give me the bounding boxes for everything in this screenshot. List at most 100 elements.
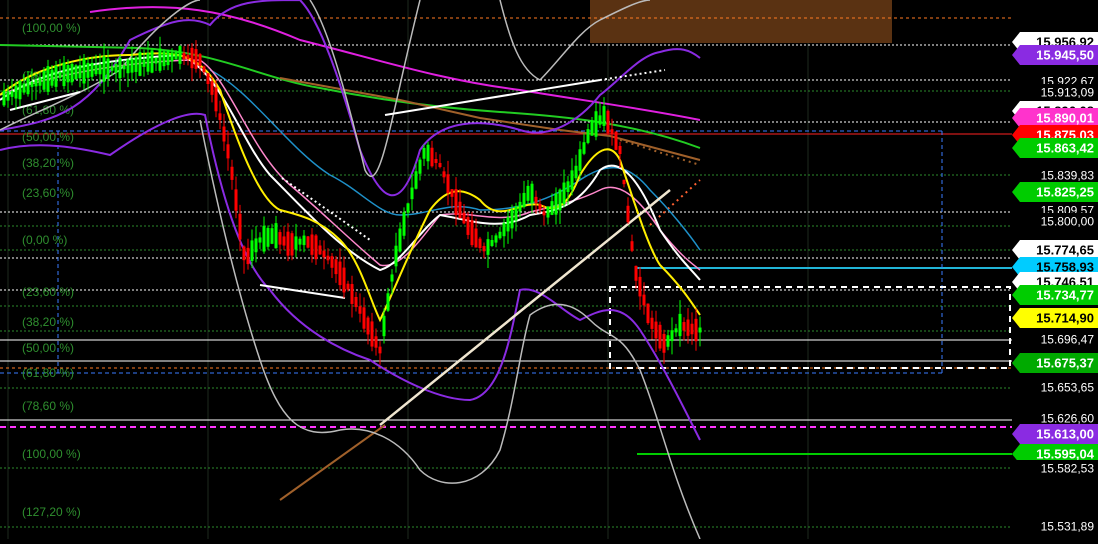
candle-up: [26, 77, 30, 95]
candle-up: [510, 209, 514, 229]
candle-up: [522, 192, 526, 208]
candle-up: [298, 238, 302, 245]
candle-up: [38, 77, 42, 86]
candle-up: [526, 185, 530, 201]
price-label: 15.613,00: [1012, 424, 1098, 444]
candle-up: [146, 53, 150, 72]
candle-up: [578, 149, 582, 171]
candle-down: [474, 228, 478, 248]
candle-down: [222, 126, 226, 142]
price-label: 15.734,77: [1012, 285, 1098, 305]
candle-up: [386, 293, 390, 311]
candle-up: [674, 328, 678, 333]
candle-up: [550, 201, 554, 215]
candle-down: [470, 220, 474, 246]
candle-down: [610, 129, 614, 134]
candle-down: [358, 306, 362, 314]
candle-up: [74, 65, 78, 80]
candle-up: [170, 52, 174, 62]
candle-up: [114, 63, 118, 73]
candle-down: [226, 144, 230, 159]
candle-up: [602, 106, 606, 126]
candle-down: [362, 307, 366, 329]
candle-down: [690, 323, 694, 335]
price-label-text: 15.863,42: [1036, 141, 1094, 156]
candle-up: [90, 62, 94, 77]
candle-down: [634, 265, 638, 281]
candle-down: [350, 284, 354, 304]
fib-level-label: (78,60 %): [22, 399, 74, 413]
candle-up: [14, 85, 18, 99]
candle-down: [446, 174, 450, 194]
candle-down: [638, 276, 642, 297]
candle-up: [570, 170, 574, 190]
candle-up: [554, 193, 558, 215]
candle-up: [102, 56, 106, 82]
candle-down: [354, 296, 358, 308]
fib-level-label: (50,00 %): [22, 341, 74, 355]
candle-up: [98, 64, 102, 75]
candle-up: [46, 66, 50, 92]
candle-up: [530, 183, 534, 203]
candle-up: [698, 327, 702, 333]
price-label-text: 15.734,77: [1036, 288, 1094, 303]
price-label: 15.653,65: [1014, 379, 1098, 395]
price-label-text: 15.696,47: [1041, 333, 1095, 347]
price-label-text: 15.800,00: [1041, 215, 1095, 229]
candle-up: [138, 52, 142, 76]
candle-up: [426, 144, 430, 162]
candle-down: [182, 52, 186, 60]
candle-up: [78, 65, 82, 79]
price-label-text: 15.913,09: [1041, 86, 1095, 100]
candle-down: [214, 87, 218, 112]
price-label-text: 15.714,90: [1036, 311, 1094, 326]
candle-up: [178, 46, 182, 64]
candle-down: [686, 319, 690, 336]
price-label: 15.696,47: [1014, 331, 1098, 347]
candle-down: [442, 171, 446, 178]
blue-moving-average: [209, 69, 701, 251]
candle-up: [582, 142, 586, 154]
candle-up: [502, 223, 506, 237]
candle-up: [406, 203, 410, 213]
candle-down: [682, 322, 686, 331]
price-label-text: 15.582,53: [1041, 462, 1095, 476]
candle-down: [334, 259, 338, 275]
candle-up: [70, 63, 74, 83]
candle-down: [310, 234, 314, 255]
white-moving-average: [0, 53, 701, 281]
candle-up: [390, 274, 394, 282]
candlesticks: [2, 36, 702, 365]
candle-up: [666, 335, 670, 347]
candle-down: [618, 145, 622, 155]
candle-up: [294, 236, 298, 250]
candle-up: [422, 147, 426, 159]
candle-up: [130, 58, 134, 73]
candle-down: [630, 241, 634, 251]
candle-down: [198, 54, 202, 66]
candle-up: [586, 129, 590, 143]
candle-up: [514, 206, 518, 221]
fib-level-label: (38,20 %): [22, 156, 74, 170]
candle-up: [262, 225, 266, 252]
candle-up: [566, 181, 570, 192]
price-chart[interactable]: (100,00 %) (78,60 %) (61,80 %) (50,00 %) (38…: [0, 0, 1098, 539]
candle-down: [482, 246, 486, 252]
price-axis: 15.956,92 15.945,50 15.922,67 15.913,09 15.8…: [1012, 0, 1098, 539]
candle-up: [418, 159, 422, 174]
fib-level-label: (127,20 %): [22, 505, 81, 519]
candle-down: [450, 189, 454, 197]
candle-down: [338, 261, 342, 286]
fib-level-label: (0,00 %): [22, 233, 67, 247]
candle-up: [66, 65, 70, 83]
candle-up: [598, 115, 602, 125]
price-label-text: 15.774,65: [1036, 243, 1094, 258]
candle-down: [206, 73, 210, 85]
candle-down: [458, 201, 462, 219]
candle-up: [110, 66, 114, 71]
candle-up: [162, 51, 166, 67]
candle-down: [622, 179, 626, 185]
candle-down: [370, 321, 374, 347]
candle-up: [594, 111, 598, 137]
candle-up: [22, 83, 26, 93]
